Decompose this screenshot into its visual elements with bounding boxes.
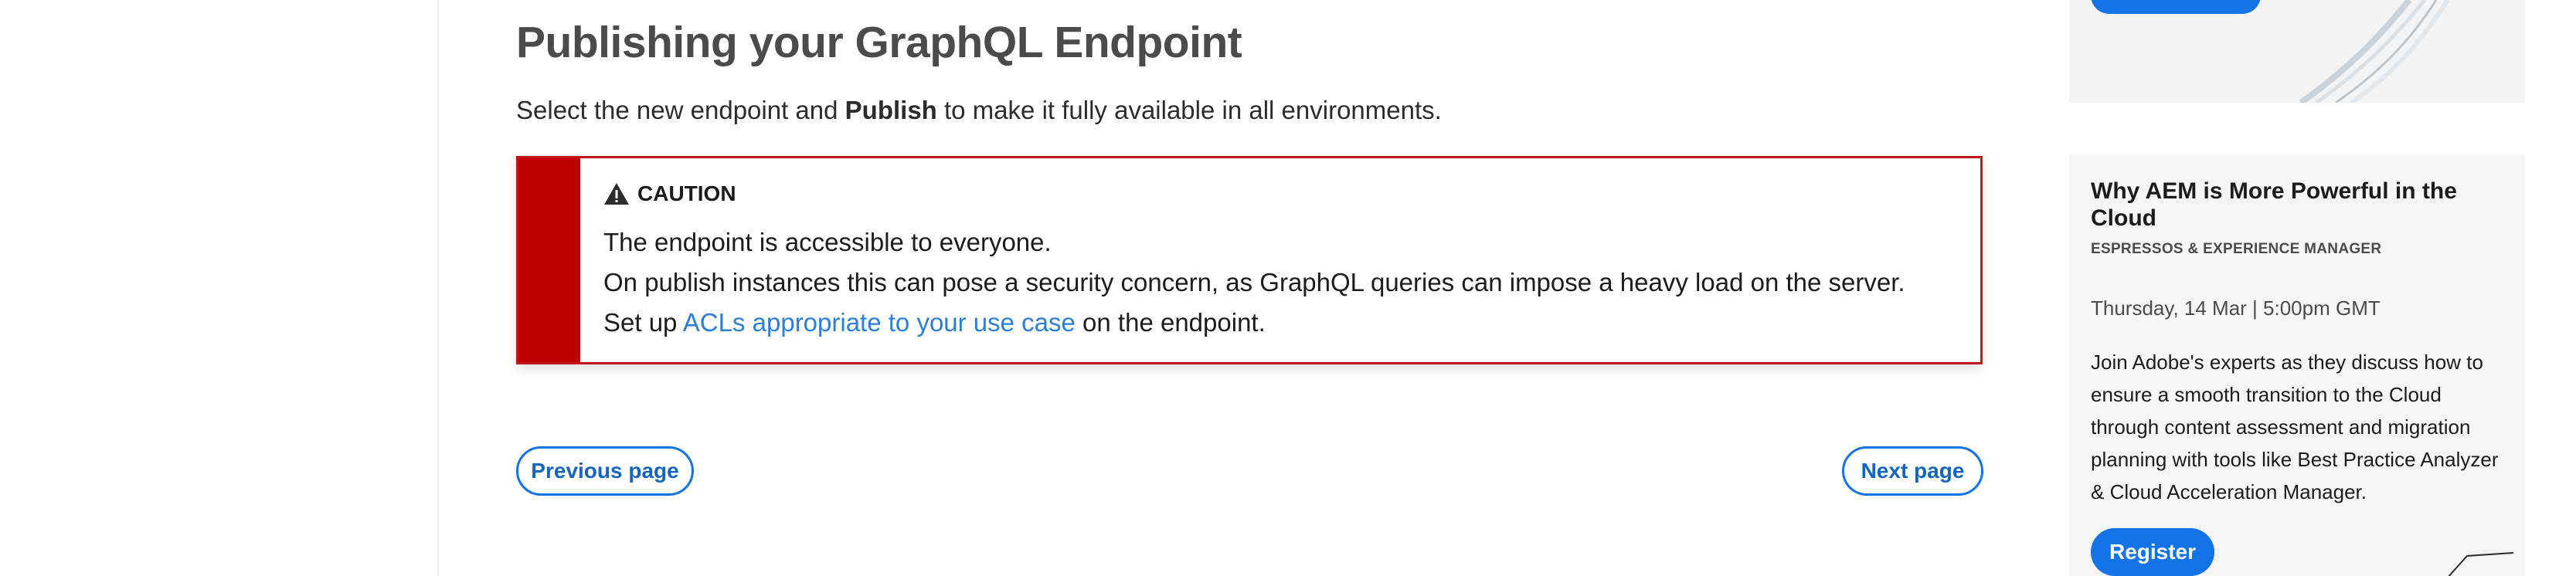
caution-header: CAUTION — [603, 181, 736, 206]
event-title: Why AEM is More Powerful in the Cloud — [2091, 178, 2457, 231]
intro-paragraph: Select the new endpoint and Publish to m… — [516, 96, 1442, 124]
article-content: Publishing your GraphQL Endpoint Select … — [516, 0, 1984, 576]
register-button[interactable]: Register — [2091, 528, 2214, 576]
sidebar-event-card: Why AEM is More Powerful in the Cloud ES… — [2069, 154, 2525, 576]
next-page-button[interactable]: Next page — [1842, 446, 1983, 496]
caution-alert: CAUTION The endpoint is accessible to ev… — [516, 156, 1983, 364]
sidebar-promo-card — [2069, 0, 2525, 103]
caution-line-3: Set up ACLs appropriate to your use case… — [603, 308, 1266, 337]
caution-label: CAUTION — [637, 181, 736, 205]
event-category: ESPRESSOS & EXPERIENCE MANAGER — [2091, 241, 2382, 257]
event-decoration-image — [2448, 552, 2514, 576]
section-heading: Publishing your GraphQL Endpoint — [516, 18, 1242, 67]
event-date: Thursday, 14 Mar | 5:00pm GMT — [2091, 296, 2381, 320]
publish-emphasis: Publish — [845, 96, 937, 124]
caution-line-1: The endpoint is accessible to everyone. — [603, 228, 1052, 256]
caution-line-2: On publish instances this can pose a sec… — [603, 268, 1905, 296]
promo-decoration-image — [2299, 0, 2450, 103]
left-nav-divider — [437, 0, 439, 576]
event-description: Join Adobe's experts as they discuss how… — [2091, 351, 2499, 503]
previous-page-button[interactable]: Previous page — [516, 446, 694, 496]
warning-icon — [604, 183, 629, 205]
caution-color-bar — [518, 158, 580, 362]
acl-link[interactable]: ACLs appropriate to your use case — [683, 308, 1076, 337]
